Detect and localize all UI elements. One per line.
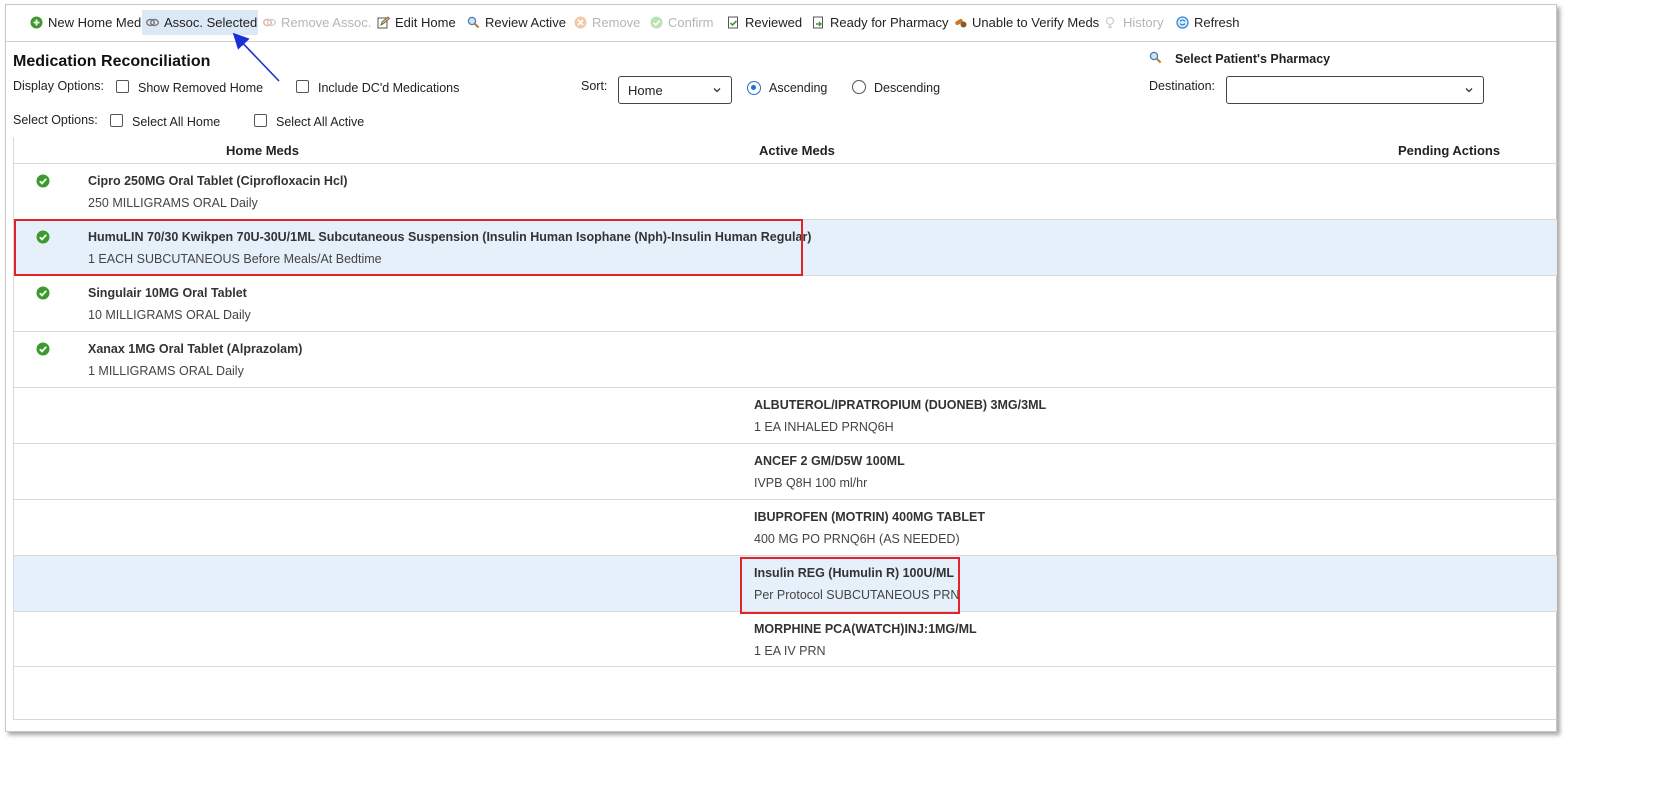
chevron-down-icon <box>1465 88 1473 93</box>
ascending-radio[interactable] <box>747 81 761 95</box>
link-icon <box>146 16 159 29</box>
check-circle-icon <box>36 342 50 356</box>
sort-select[interactable]: Home <box>618 76 732 104</box>
document-arrow-icon <box>812 16 825 29</box>
plus-circle-icon <box>30 16 43 29</box>
descending-radio[interactable] <box>852 80 866 94</box>
unlink-icon <box>263 16 276 29</box>
table-row[interactable]: Cipro 250MG Oral Tablet (Ciprofloxacin H… <box>14 163 1557 219</box>
home-med-sig: 1 EACH SUBCUTANEOUS Before Meals/At Bedt… <box>88 252 382 266</box>
history-icon <box>1105 16 1118 29</box>
table-row[interactable]: Xanax 1MG Oral Tablet (Alprazolam) 1 MIL… <box>14 331 1557 387</box>
active-med-sig: 1 EA INHALED PRNQ6H <box>754 420 894 434</box>
home-med-sig: 1 MILLIGRAMS ORAL Daily <box>88 364 244 378</box>
reviewed-button[interactable]: Reviewed <box>723 10 806 35</box>
remove-assoc-label: Remove Assoc. <box>281 15 372 30</box>
active-med-sig: 400 MG PO PRNQ6H (AS NEEDED) <box>754 532 960 546</box>
active-med-sig: IVPB Q8H 100 ml/hr <box>754 476 868 490</box>
pharmacy-search-icon[interactable] <box>1149 51 1162 67</box>
new-home-med-button[interactable]: New Home Med <box>26 10 145 35</box>
select-all-home-checkbox[interactable] <box>110 114 123 127</box>
refresh-label: Refresh <box>1194 15 1240 30</box>
unable-to-verify-button[interactable]: Unable to Verify Meds <box>950 10 1103 35</box>
table-row[interactable]: ANCEF 2 GM/D5W 100ML IVPB Q8H 100 ml/hr <box>14 443 1557 499</box>
show-removed-home-label[interactable]: Show Removed Home <box>138 81 263 95</box>
remove-button[interactable]: Remove <box>570 10 644 35</box>
select-all-active-checkbox[interactable] <box>254 114 267 127</box>
show-removed-home-checkbox[interactable] <box>116 80 129 93</box>
home-med-name: HumuLIN 70/30 Kwikpen 70U-30U/1ML Subcut… <box>88 230 812 244</box>
confirm-label: Confirm <box>668 15 714 30</box>
select-all-home-label[interactable]: Select All Home <box>132 115 220 129</box>
select-options-label: Select Options: <box>13 113 98 127</box>
table-row[interactable]: IBUPROFEN (MOTRIN) 400MG TABLET 400 MG P… <box>14 499 1557 555</box>
edit-home-label: Edit Home <box>395 15 456 30</box>
check-circle-icon <box>36 230 50 244</box>
pharmacy-title[interactable]: Select Patient's Pharmacy <box>1175 52 1330 66</box>
review-active-label: Review Active <box>485 15 566 30</box>
unable-to-verify-label: Unable to Verify Meds <box>972 15 1100 30</box>
check-circle-icon <box>36 286 50 300</box>
sort-select-value: Home <box>628 82 663 98</box>
destination-select[interactable] <box>1226 76 1484 104</box>
destination-label: Destination: <box>1149 79 1216 93</box>
table-row[interactable]: Singulair 10MG Oral Tablet 10 MILLIGRAMS… <box>14 275 1557 331</box>
table-row[interactable]: HumuLIN 70/30 Kwikpen 70U-30U/1ML Subcut… <box>14 219 1557 275</box>
active-med-name: IBUPROFEN (MOTRIN) 400MG TABLET <box>754 510 986 524</box>
document-check-icon <box>727 16 740 29</box>
pills-icon <box>954 16 967 29</box>
refresh-icon <box>1176 16 1189 29</box>
active-med-sig: 1 EA IV PRN <box>754 644 826 658</box>
select-all-active-label[interactable]: Select All Active <box>276 115 364 129</box>
assoc-selected-label: Assoc. Selected <box>164 15 258 30</box>
include-dc-checkbox[interactable] <box>296 80 309 93</box>
remove-circle-icon <box>574 16 587 29</box>
active-med-name: ANCEF 2 GM/D5W 100ML <box>754 454 905 468</box>
page-title: Medication Reconciliation <box>13 53 211 70</box>
sort-label: Sort: <box>581 79 608 93</box>
column-header-home-meds[interactable]: Home Meds <box>226 143 299 158</box>
column-header-pending-actions[interactable]: Pending Actions <box>1398 143 1500 158</box>
refresh-button[interactable]: Refresh <box>1172 10 1244 35</box>
home-med-name: Cipro 250MG Oral Tablet (Ciprofloxacin H… <box>88 174 348 188</box>
display-options-label: Display Options: <box>13 79 105 93</box>
med-rec-window: New Home Med Assoc. Selected Remove Asso… <box>5 4 1557 732</box>
history-button[interactable]: History <box>1101 10 1167 35</box>
active-med-sig: Per Protocol SUBCUTANEOUS PRN <box>754 588 960 602</box>
new-home-med-label: New Home Med <box>48 15 142 30</box>
toolbar: New Home Med Assoc. Selected Remove Asso… <box>6 5 1556 42</box>
remove-assoc-button[interactable]: Remove Assoc. <box>259 10 375 35</box>
table-row[interactable]: Insulin REG (Humulin R) 100U/ML Per Prot… <box>14 555 1557 611</box>
include-dc-label[interactable]: Include DC'd Medications <box>318 81 459 95</box>
check-circle-icon <box>36 174 50 188</box>
column-header-active-meds[interactable]: Active Meds <box>759 143 835 158</box>
active-med-name: MORPHINE PCA(WATCH)INJ:1MG/ML <box>754 622 977 636</box>
edit-home-button[interactable]: Edit Home <box>373 10 460 35</box>
confirm-button[interactable]: Confirm <box>646 10 718 35</box>
med-grid: Home Meds Active Meds Pending Actions Ci… <box>13 137 1557 720</box>
edit-document-icon <box>377 16 390 29</box>
assoc-selected-button[interactable]: Assoc. Selected <box>142 10 258 35</box>
table-row[interactable]: ALBUTEROL/IPRATROPIUM (DUONEB) 3MG/3ML 1… <box>14 387 1557 443</box>
home-med-sig: 250 MILLIGRAMS ORAL Daily <box>88 196 258 210</box>
active-med-name: Insulin REG (Humulin R) 100U/ML <box>754 566 955 580</box>
check-circle-icon <box>650 16 663 29</box>
history-label: History <box>1123 15 1164 30</box>
reviewed-label: Reviewed <box>745 15 803 30</box>
ready-for-pharmacy-button[interactable]: Ready for Pharmacy <box>808 10 953 35</box>
magnifier-icon <box>467 16 480 29</box>
home-med-sig: 10 MILLIGRAMS ORAL Daily <box>88 308 251 322</box>
active-med-name: ALBUTEROL/IPRATROPIUM (DUONEB) 3MG/3ML <box>754 398 1047 412</box>
review-active-button[interactable]: Review Active <box>463 10 570 35</box>
ready-for-pharmacy-label: Ready for Pharmacy <box>830 15 949 30</box>
remove-label: Remove <box>592 15 641 30</box>
home-med-name: Xanax 1MG Oral Tablet (Alprazolam) <box>88 342 303 356</box>
home-med-name: Singulair 10MG Oral Tablet <box>88 286 247 300</box>
ascending-label[interactable]: Ascending <box>769 81 827 95</box>
descending-label[interactable]: Descending <box>874 81 940 95</box>
table-row[interactable]: MORPHINE PCA(WATCH)INJ:1MG/ML 1 EA IV PR… <box>14 611 1557 667</box>
chevron-down-icon <box>713 88 721 93</box>
